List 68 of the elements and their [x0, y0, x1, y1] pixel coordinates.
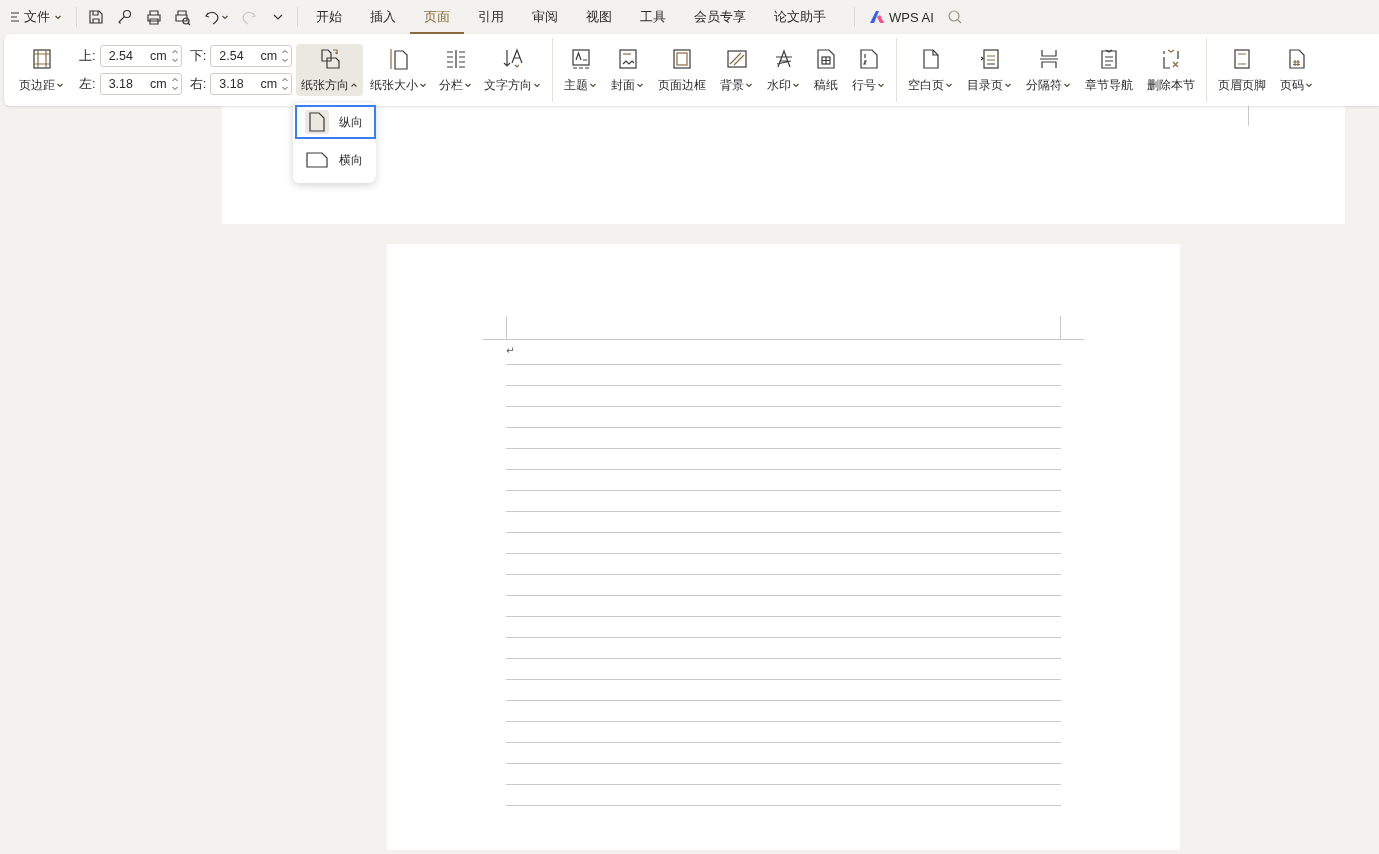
margin-field[interactable]: 2.54 cm [210, 45, 293, 67]
margin-field[interactable]: 3.18 cm [99, 73, 182, 95]
margin-label: 下: [189, 47, 207, 65]
caret-icon [1004, 81, 1013, 89]
ribbon-button[interactable]: 页边距 [14, 44, 69, 96]
caret-icon [350, 81, 359, 89]
ribbon-button[interactable]: 分栏 [434, 44, 478, 96]
ribbon-tab[interactable]: 开始 [302, 0, 356, 34]
ribbon-button[interactable]: 页码 [1275, 44, 1319, 96]
ribbon-button[interactable]: 页面边框 [653, 44, 712, 96]
ribbon-button[interactable]: 文字方向 [479, 44, 547, 96]
ribbon-button[interactable]: 空白页 [903, 44, 959, 96]
caret-icon [464, 81, 473, 89]
caret-icon [636, 81, 645, 89]
ribbon-button[interactable]: 删除本节 [1142, 44, 1201, 96]
ribbon-button[interactable]: 纸张方向 [296, 44, 364, 96]
caret-icon [877, 81, 886, 89]
ai-button[interactable]: WPS AI [865, 4, 938, 30]
ribbon-tab[interactable]: 论文助手 [760, 0, 840, 34]
portrait-page-icon [309, 112, 325, 132]
ribbon-button[interactable]: 分隔符 [1021, 44, 1077, 96]
caret-icon [419, 81, 428, 89]
print-icon[interactable] [145, 8, 163, 26]
ribbon-button[interactable]: 目录页 [962, 44, 1018, 96]
spinner-icon [170, 75, 179, 93]
spinner-icon [170, 47, 179, 65]
file-menu[interactable]: 文件 [6, 4, 66, 30]
margin-field[interactable]: 2.54 cm [99, 45, 182, 67]
caret-icon [745, 81, 754, 89]
ribbon-button[interactable]: 纸张大小 [365, 44, 433, 96]
ribbon-button[interactable]: 行号 [847, 44, 891, 96]
margin-label: 上: [79, 47, 96, 65]
caret-icon [221, 13, 229, 21]
ribbon-button[interactable]: 封面 [606, 44, 650, 96]
spinner-icon [281, 75, 290, 93]
caret-icon [533, 81, 542, 89]
ribbon-button[interactable]: 背景 [715, 44, 759, 96]
paragraph-mark: ↵ [506, 344, 514, 358]
ribbon-button[interactable]: 稿纸 [809, 44, 844, 96]
margin-label: 左: [79, 75, 96, 93]
ribbon-tab[interactable]: 视图 [572, 0, 626, 34]
ribbon-tab[interactable]: 工具 [626, 0, 680, 34]
ribbon-tab[interactable]: 插入 [356, 0, 410, 34]
caret-icon [792, 81, 801, 89]
ai-logo-icon [869, 10, 885, 24]
menu-icon [10, 11, 20, 23]
ribbon-tab[interactable]: 会员专享 [680, 0, 760, 34]
caret-icon [1063, 81, 1072, 89]
ribbon-button[interactable]: 主题 [559, 44, 603, 96]
key-icon[interactable] [116, 8, 134, 26]
menu-item[interactable]: 纵向 [295, 105, 376, 139]
caret-icon [56, 81, 64, 89]
caret-icon [54, 13, 62, 21]
margin-label: 右: [189, 75, 207, 93]
margin-field[interactable]: 3.18 cm [210, 73, 293, 95]
caret-icon [945, 81, 954, 89]
ribbon-tab[interactable]: 引用 [464, 0, 518, 34]
ribbon-tab[interactable]: 页面 [410, 0, 464, 34]
caret-icon [1305, 81, 1314, 89]
landscape-page-icon [306, 152, 328, 168]
ribbon-button[interactable]: 页眉页脚 [1213, 44, 1272, 96]
print-preview-icon[interactable] [174, 8, 192, 26]
spinner-icon [281, 47, 290, 65]
ribbon-button[interactable]: 水印 [762, 44, 806, 96]
ribbon-tab[interactable]: 审阅 [518, 0, 572, 34]
ribbon-button[interactable]: 章节导航 [1080, 44, 1139, 96]
save-icon[interactable] [87, 8, 105, 26]
caret-icon [589, 81, 598, 89]
